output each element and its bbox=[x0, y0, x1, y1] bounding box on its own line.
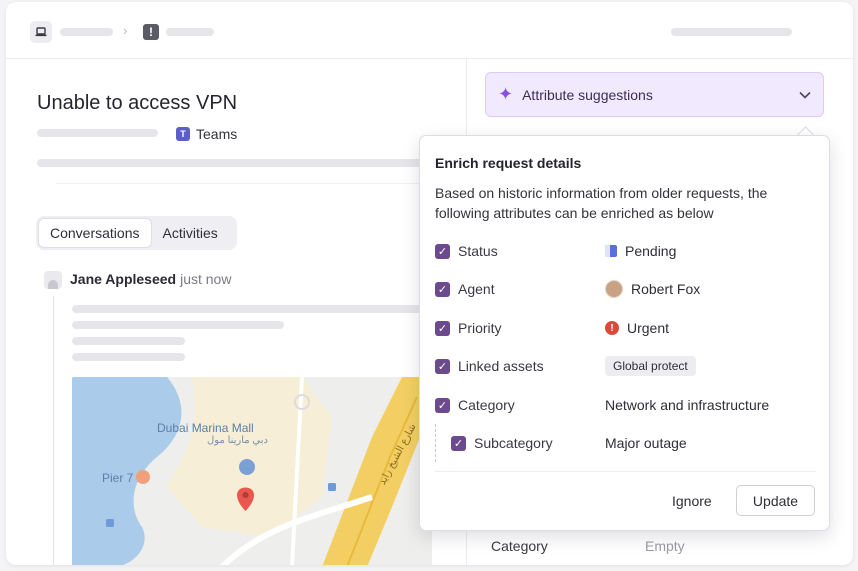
message-line-placeholder bbox=[72, 321, 284, 329]
popover-divider bbox=[435, 471, 816, 472]
divider bbox=[56, 183, 436, 184]
attribute-row-priority: ✓ Priority ! Urgent bbox=[435, 318, 815, 338]
source-label: Teams bbox=[196, 126, 238, 142]
attribute-name: Status bbox=[458, 243, 498, 259]
category-field-value[interactable]: Empty bbox=[645, 538, 685, 554]
breadcrumb-placeholder[interactable] bbox=[166, 28, 214, 36]
attribute-value: Pending bbox=[605, 243, 676, 259]
message-line-placeholder bbox=[72, 305, 432, 313]
attribute-row-agent: ✓ Agent Robert Fox bbox=[435, 279, 815, 299]
attribute-row-subcategory: ✓ Subcategory Major outage bbox=[451, 433, 815, 453]
message-line-placeholder bbox=[72, 353, 185, 361]
ticket-title: Unable to access VPN bbox=[37, 92, 238, 114]
attribute-value: Major outage bbox=[605, 435, 687, 451]
attribute-value: ! Urgent bbox=[605, 320, 669, 336]
laptop-icon[interactable] bbox=[30, 21, 52, 43]
breadcrumb-separator-icon: › bbox=[123, 23, 128, 38]
update-button[interactable]: Update bbox=[736, 485, 815, 516]
attribute-row-category: ✓ Category Network and infrastructure bbox=[435, 395, 815, 415]
linked-assets-checkbox[interactable]: ✓ bbox=[435, 358, 450, 374]
popover-description: Based on historic information from older… bbox=[435, 185, 768, 221]
message-time: just now bbox=[180, 271, 232, 287]
priority-value: Urgent bbox=[627, 320, 670, 336]
teams-icon: T bbox=[176, 127, 190, 141]
ticket-pane: Unable to access VPN T Teams Conversatio… bbox=[16, 59, 466, 565]
status-checkbox[interactable]: ✓ bbox=[435, 243, 450, 259]
tab-conversations[interactable]: Conversations bbox=[38, 218, 152, 248]
attribute-name: Category bbox=[458, 397, 515, 413]
attribute-name: Agent bbox=[458, 281, 495, 297]
asset-chip: Global protect bbox=[605, 356, 696, 376]
status-value: Pending bbox=[625, 243, 677, 259]
attribute-suggestions-label: Attribute suggestions bbox=[522, 86, 653, 103]
message-author: Jane Appleseed bbox=[70, 271, 177, 287]
source-badge: T Teams bbox=[176, 126, 237, 142]
avatar bbox=[44, 271, 62, 289]
attribute-value: Global protect bbox=[605, 356, 696, 376]
attribute-value: Network and infrastructure bbox=[605, 397, 769, 413]
subcategory-checkbox[interactable]: ✓ bbox=[451, 435, 466, 451]
attribute-name: Linked assets bbox=[458, 358, 544, 374]
attribute-suggestions-button[interactable]: ✦ Attribute suggestions bbox=[485, 72, 824, 117]
subcategory-guide bbox=[435, 424, 436, 462]
pending-status-icon bbox=[605, 245, 617, 257]
category-checkbox[interactable]: ✓ bbox=[435, 397, 450, 413]
map-label-pier: Pier 7 bbox=[102, 471, 134, 485]
chevron-down-icon[interactable] bbox=[799, 88, 811, 102]
agent-checkbox[interactable]: ✓ bbox=[435, 281, 450, 297]
message-line-placeholder bbox=[72, 337, 185, 345]
tab-bar: Conversations Activities bbox=[36, 216, 237, 250]
attribute-row-status: ✓ Status Pending bbox=[435, 241, 815, 261]
attribute-name: Subcategory bbox=[474, 435, 553, 451]
topbar-placeholder bbox=[671, 28, 792, 36]
top-bar: › ! bbox=[6, 2, 853, 59]
message-header: Jane Appleseed just now bbox=[44, 271, 231, 289]
urgent-icon: ! bbox=[605, 321, 619, 335]
subcategory-value: Major outage bbox=[605, 435, 687, 451]
alert-square-icon[interactable]: ! bbox=[143, 24, 159, 40]
ignore-button[interactable]: Ignore bbox=[660, 486, 724, 516]
agent-avatar bbox=[605, 280, 623, 298]
map-label-mall-ar: دبي مارينا مول bbox=[207, 435, 268, 446]
attribute-name: Priority bbox=[458, 320, 502, 336]
breadcrumb-placeholder[interactable] bbox=[60, 28, 113, 36]
thread-line bbox=[53, 296, 54, 565]
map-label-mall: Dubai Marina Mall bbox=[157, 421, 254, 435]
priority-checkbox[interactable]: ✓ bbox=[435, 320, 450, 336]
summary-placeholder bbox=[37, 159, 437, 167]
category-value: Network and infrastructure bbox=[605, 397, 770, 413]
agent-value: Robert Fox bbox=[631, 281, 701, 297]
map-attachment[interactable]: Dubai Marina Mall دبي مارينا مول Pier 7 … bbox=[72, 377, 432, 565]
tab-activities[interactable]: Activities bbox=[152, 218, 229, 248]
attribute-value: Robert Fox bbox=[605, 280, 700, 298]
enrich-popover: Enrich request details Based on historic… bbox=[419, 135, 830, 531]
category-field-label: Category bbox=[491, 538, 548, 554]
sparkle-icon: ✦ bbox=[498, 84, 514, 104]
attribute-row-linked-assets: ✓ Linked assets Global protect bbox=[435, 356, 815, 376]
meta-placeholder bbox=[37, 129, 158, 137]
popover-title: Enrich request details bbox=[435, 155, 582, 171]
